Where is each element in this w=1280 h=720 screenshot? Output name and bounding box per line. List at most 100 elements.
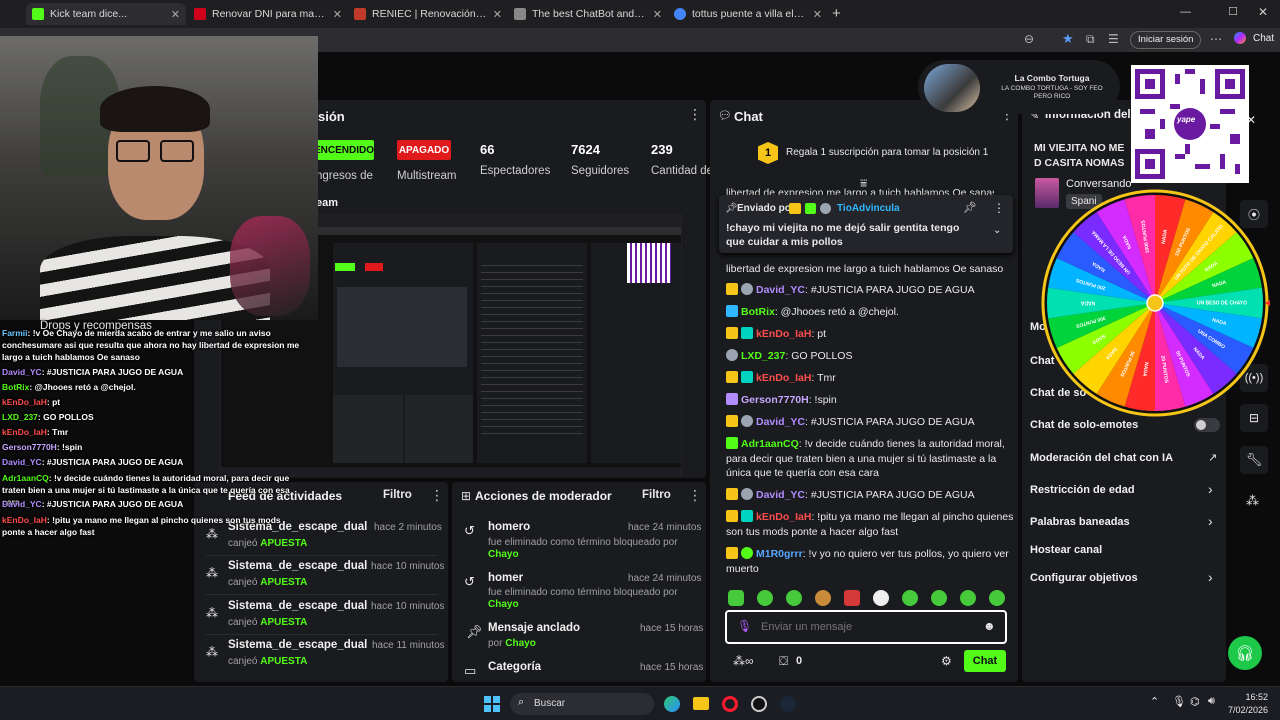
support-headset-icon[interactable]: 🎧︎ xyxy=(1228,636,1262,670)
ai-moderation-row[interactable]: Moderación del chat con IA xyxy=(1030,452,1173,464)
opera-icon[interactable] xyxy=(722,696,738,712)
chat-username[interactable]: BotRix xyxy=(741,306,775,318)
chat-input[interactable] xyxy=(761,618,971,636)
configure-goals-row[interactable]: Configurar objetivos xyxy=(1030,572,1138,584)
community-icon[interactable]: ⁂ xyxy=(1246,493,1259,509)
favorite-star-icon[interactable]: ★ xyxy=(1062,31,1074,47)
chat-username[interactable]: David_YC xyxy=(756,416,805,428)
emote-only-row[interactable]: Chat de solo-emotes xyxy=(1030,419,1138,431)
chat-message[interactable]: David_YC: #JUSTICIA PARA JUGO DE AGUA xyxy=(726,415,1016,430)
chat-message[interactable]: kEnDo_IaH: !pitu ya mano me llegan al pi… xyxy=(726,510,1016,539)
emote-icon[interactable] xyxy=(873,590,889,606)
activity-menu-icon[interactable]: ⋮ xyxy=(430,487,444,504)
emote-icon[interactable] xyxy=(728,590,744,606)
chat-username[interactable]: LXD_237 xyxy=(741,350,785,362)
banned-words-row[interactable]: Palabras baneadas xyxy=(1030,516,1130,528)
emote-icon[interactable] xyxy=(960,590,976,606)
tab-dni[interactable]: Renovar DNI para mayores de 17 años ✕ xyxy=(188,3,348,25)
emote-icon[interactable] xyxy=(844,590,860,606)
emote-icon[interactable] xyxy=(815,590,831,606)
chat-message[interactable]: David_YC: #JUSTICIA PARA JUGO DE AGUA xyxy=(726,488,1016,503)
emoji-icon[interactable]: ☻ xyxy=(983,619,996,633)
emote-icon[interactable] xyxy=(931,590,947,606)
chat-message[interactable]: Adr1aanCQ: !v decide cuándo tienes la au… xyxy=(726,437,1016,481)
avatar[interactable] xyxy=(924,64,980,112)
chat-message[interactable]: BotRix: @Jhooes retó a @chejol. xyxy=(726,305,1016,320)
chevron-right-icon[interactable]: › xyxy=(1208,513,1213,529)
chat-message[interactable]: M1R0grrr: !v yo no quiero ver tus pollos… xyxy=(726,547,1016,576)
file-explorer-icon[interactable] xyxy=(693,697,709,710)
chat-message[interactable]: kEnDo_IaH: Tmr xyxy=(726,371,1016,386)
gift-icon[interactable]: ⛋ xyxy=(779,654,788,669)
chat-message[interactable]: kEnDo_IaH: pt xyxy=(726,327,1016,342)
mod-menu-icon[interactable]: ⋮ xyxy=(688,487,702,504)
chevron-down-icon[interactable]: ⌄ xyxy=(993,225,1001,236)
network-icon[interactable]: ⌬ xyxy=(1190,695,1200,708)
unpin-icon[interactable]: 📌︎ xyxy=(963,201,977,214)
copilot-chat-label[interactable]: Chat xyxy=(1253,33,1274,44)
steam-icon[interactable] xyxy=(780,696,796,712)
maximize-icon[interactable]: ☐ xyxy=(1228,5,1238,18)
multistream-off-badge[interactable]: APAGADO xyxy=(397,140,451,160)
volume-icon[interactable]: 🔊︎ xyxy=(1208,695,1215,708)
tab-kick[interactable]: Kick team dice... ✕ xyxy=(26,3,186,25)
clock-date[interactable]: 7/02/2026 xyxy=(1226,705,1268,715)
activity-filter-button[interactable]: Filtro xyxy=(383,489,412,501)
minimize-icon[interactable]: — xyxy=(1180,6,1191,18)
chat-username[interactable]: Gerson7770H xyxy=(741,394,809,406)
chat-username[interactable]: David_YC xyxy=(756,284,805,296)
obs-icon[interactable] xyxy=(751,696,767,712)
close-icon[interactable]: ✕ xyxy=(171,8,180,21)
close-icon[interactable]: ✕ xyxy=(813,8,822,21)
chat-settings-gear-icon[interactable]: ⚙ xyxy=(941,654,952,668)
stream-panel-menu-icon[interactable]: ⋮ xyxy=(688,106,702,123)
tab-reniec[interactable]: RENIEC | Renovación por caducidad ✕ xyxy=(348,3,508,25)
chevron-right-icon[interactable]: › xyxy=(1208,569,1213,585)
chat-username[interactable]: kEnDo_IaH xyxy=(756,511,811,523)
pinned-user[interactable]: TioAdvincula xyxy=(837,203,900,214)
chat-send-button[interactable]: Chat xyxy=(964,650,1006,672)
emote-icon[interactable] xyxy=(902,590,918,606)
chat-message[interactable]: Gerson7770H: !spin xyxy=(726,393,1016,408)
mic-tray-icon[interactable]: 🎙︎ xyxy=(1172,695,1186,708)
chat-message[interactable]: David_YC: #JUSTICIA PARA JUGO DE AGUA xyxy=(726,283,1016,298)
clock-time[interactable]: 16:52 xyxy=(1244,692,1268,702)
gift-sub-banner[interactable]: Regala 1 suscripción para tomar la posic… xyxy=(786,147,988,158)
emote-icon[interactable] xyxy=(757,590,773,606)
stream-on-badge[interactable]: ENCENDIDO xyxy=(314,140,374,160)
age-restriction-row[interactable]: Restricción de edad xyxy=(1030,484,1135,496)
chat-username[interactable]: Adr1aanCQ xyxy=(741,438,799,450)
tab-tottus[interactable]: tottus puente a villa el salvador cu ✕ xyxy=(668,3,828,25)
new-tab-icon[interactable]: + xyxy=(832,5,841,22)
emote-icon[interactable] xyxy=(786,590,802,606)
copilot-icon[interactable] xyxy=(1234,32,1246,44)
zoom-icon[interactable]: ⊖ xyxy=(1024,32,1034,46)
chat-message[interactable]: LXD_237: GO POLLOS xyxy=(726,349,1016,364)
pinned-message[interactable]: 📌︎ Enviado por TioAdvincula 📌︎ ⋮ !chayo … xyxy=(719,195,1013,253)
more-menu-icon[interactable]: ⋯ xyxy=(1210,32,1222,46)
prize-wheel[interactable]: NADA 100 PUNTOSUN FOTO DE CHAYO CALATONAD… xyxy=(1040,188,1270,418)
emote-icon[interactable] xyxy=(989,590,1005,606)
close-icon[interactable]: ✕ xyxy=(653,8,662,21)
chat-username[interactable]: kEnDo_IaH xyxy=(756,328,811,340)
edge-icon[interactable] xyxy=(664,696,680,712)
external-link-icon[interactable]: ↗ xyxy=(1208,451,1217,464)
taskbar-search[interactable]: ⌕ Buscar xyxy=(510,693,654,715)
close-icon[interactable]: ✕ xyxy=(333,8,342,21)
host-channel-row[interactable]: Hostear canal xyxy=(1030,544,1102,556)
window-close-icon[interactable]: ✕ xyxy=(1258,5,1268,19)
community-icon[interactable]: ⁂∞ xyxy=(733,654,754,668)
tab-chatbot[interactable]: The best ChatBot and Widgets for ✕ xyxy=(508,3,668,25)
tray-chevron-icon[interactable]: ⌃ xyxy=(1150,695,1159,708)
signin-button[interactable]: Iniciar sesión xyxy=(1130,31,1202,49)
extensions-icon[interactable]: ⧉ xyxy=(1086,32,1095,47)
pinned-menu-icon[interactable]: ⋮ xyxy=(993,201,1005,215)
wrench-icon[interactable]: 🔧︎ xyxy=(1240,446,1268,474)
chat-username[interactable]: kEnDo_IaH xyxy=(756,372,811,384)
windows-start-icon[interactable] xyxy=(484,696,500,712)
chat-username[interactable]: David_YC xyxy=(756,489,805,501)
chevron-right-icon[interactable]: › xyxy=(1208,481,1213,497)
activity-item[interactable]: ⁂ Sistema_de_escape_dual canjeó APUESTA … xyxy=(206,639,456,679)
collections-icon[interactable]: ☰ xyxy=(1108,32,1119,46)
mic-icon[interactable]: 🎙︎ xyxy=(737,619,752,633)
